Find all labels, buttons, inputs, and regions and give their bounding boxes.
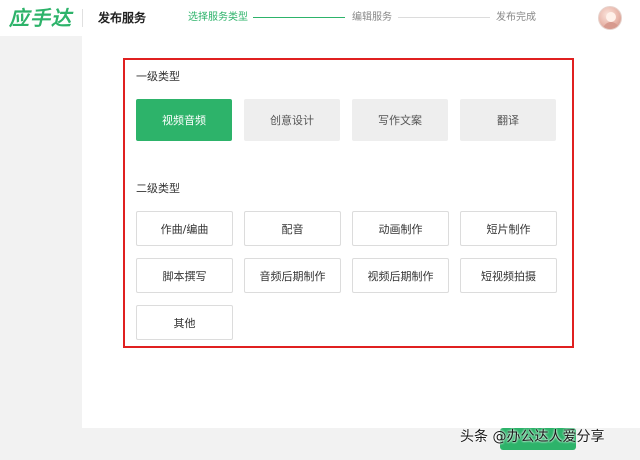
- step-connector-1: [253, 17, 345, 18]
- app-logo[interactable]: 应手达: [9, 5, 72, 31]
- avatar-body: [603, 22, 619, 29]
- page-title: 发布服务: [98, 11, 147, 25]
- watermark-text: 头条 @办公达人爱分享: [460, 429, 605, 445]
- step-select-service-type: 选择服务类型: [188, 12, 248, 23]
- avatar-face: [606, 12, 616, 22]
- step-connector-2: [398, 17, 490, 18]
- top-bar: 应手达 发布服务 选择服务类型 编辑服务 发布完成: [0, 0, 640, 36]
- step-publish-complete: 发布完成: [496, 12, 536, 23]
- header-divider: [82, 9, 83, 27]
- highlight-frame: [123, 58, 574, 348]
- avatar[interactable]: [598, 6, 622, 30]
- step-edit-service: 编辑服务: [352, 12, 392, 23]
